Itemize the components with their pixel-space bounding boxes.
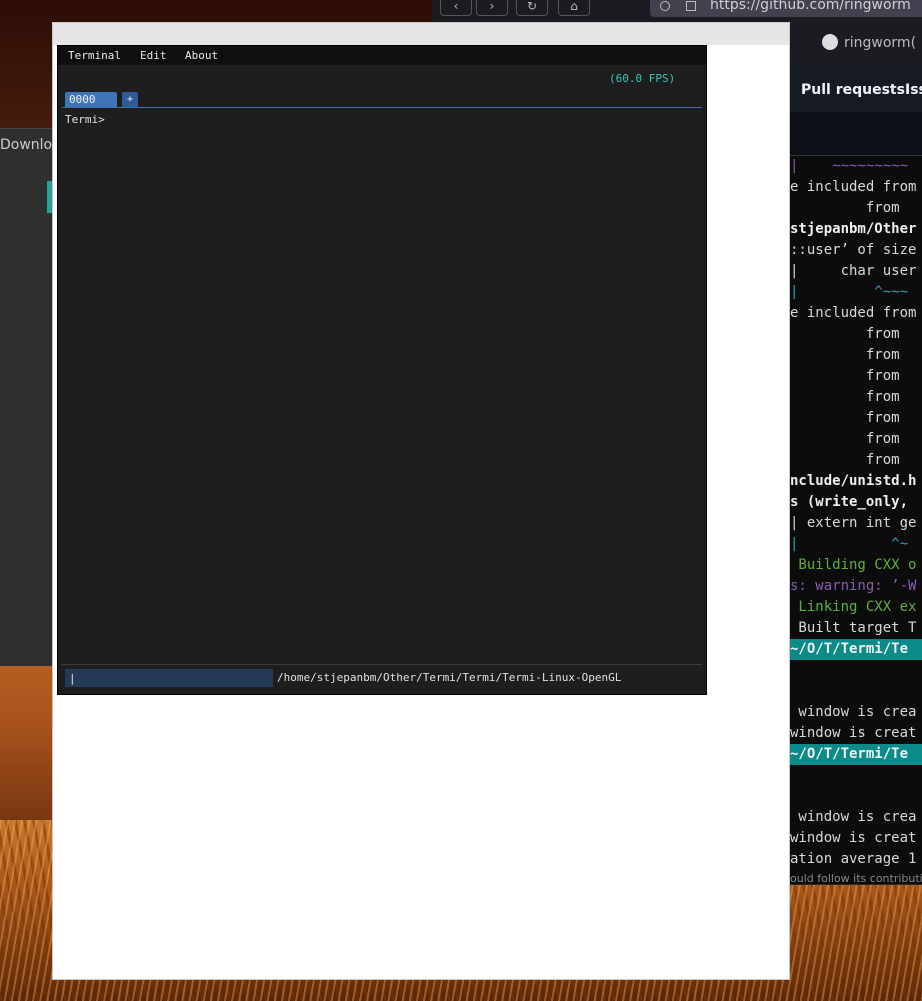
terminal-output-line: ~/O/T/Termi/Te	[790, 744, 922, 765]
terminal-output-line: from	[790, 410, 900, 426]
nav-pull-requests[interactable]: Pull requests	[801, 82, 905, 98]
terminal-output-line: from	[790, 452, 900, 468]
terminal-output-line: from	[790, 368, 900, 384]
github-header: Pull requests Iss	[790, 62, 922, 112]
terminal-output-line: e included from	[790, 179, 917, 195]
terminal-output-line: Built target T	[790, 620, 917, 636]
add-tab-button[interactable]: +	[122, 92, 138, 107]
menu-terminal[interactable]: Terminal	[68, 46, 121, 65]
background-file-window[interactable]: Downloa	[0, 128, 61, 666]
terminal-output-line: from	[790, 326, 900, 342]
terminal-output-line: stjepanbm/Other	[790, 221, 917, 237]
terminal-output-line: nclude/unistd.h	[790, 473, 917, 489]
url-bar[interactable]: https://github.com/ringworm	[650, 0, 922, 17]
terminal-output-line: | ^~	[790, 536, 909, 552]
terminal-output-line: from	[790, 200, 900, 216]
terminal-output-line: | char user	[790, 263, 917, 279]
github-icon	[822, 34, 838, 50]
command-input[interactable]	[65, 669, 273, 687]
terminal-output-line: window is creat	[790, 830, 917, 846]
terminal-output-line: window is creat	[790, 725, 917, 741]
github-footer-text: ould follow its contributing	[790, 872, 922, 884]
terminal-output-line: s: warning: ’-W	[790, 578, 917, 594]
tab-title: ringworm(	[844, 35, 917, 51]
terminal-output-line: s (write_only,	[790, 494, 909, 510]
reload-icon[interactable]: ↻	[516, 0, 548, 16]
tab-divider	[62, 107, 702, 108]
background-terminal-output[interactable]: | ~~~~~~~~~ e included from from stjepanbm…	[790, 156, 922, 884]
nav-issues[interactable]: Iss	[905, 82, 922, 98]
url-text: https://github.com/ringworm	[710, 0, 911, 13]
browser-tab-github[interactable]: ringworm(	[822, 26, 922, 60]
terminal-output-line: window is crea	[790, 809, 917, 825]
back-icon[interactable]: ‹	[440, 0, 472, 16]
tracking-shield-icon[interactable]	[660, 1, 670, 11]
terminal-output-line: from	[790, 347, 900, 363]
browser-toolbar: ‹ › ↻ ⌂ https://github.com/ringworm	[432, 0, 922, 20]
menu-edit[interactable]: Edit	[140, 46, 167, 65]
terminal-output-line: ~/O/T/Termi/Te	[790, 639, 922, 660]
terminal-output-line: | ^~~~	[790, 284, 909, 300]
terminal-output-line: ation average 1	[790, 851, 917, 867]
termi-terminal[interactable]: Terminal Edit About (60.0 FPS) 0000 + Te…	[57, 45, 707, 695]
menu-about[interactable]: About	[185, 46, 218, 65]
termi-app-window[interactable]: Terminal Edit About (60.0 FPS) 0000 + Te…	[52, 22, 790, 980]
forward-icon[interactable]: ›	[476, 0, 508, 16]
lock-icon[interactable]	[686, 1, 696, 11]
terminal-output-line: Linking CXX ex	[790, 599, 917, 615]
terminal-output-line: from	[790, 389, 900, 405]
terminal-output-line: window is crea	[790, 704, 917, 720]
terminal-output-line: from	[790, 431, 900, 447]
terminal-prompt: Termi>	[65, 113, 105, 126]
terminal-output-line: e included from	[790, 305, 917, 321]
terminal-output-line: ::user’ of size	[790, 242, 917, 258]
status-divider	[62, 664, 702, 665]
current-directory: /home/stjepanbm/Other/Termi/Termi/Termi-…	[277, 671, 622, 684]
terminal-output-line: | ~~~~~~~~~	[790, 158, 909, 174]
home-icon[interactable]: ⌂	[558, 0, 590, 16]
terminal-tab-0000[interactable]: 0000	[65, 92, 117, 107]
github-subheader	[790, 112, 922, 156]
menu-bar: Terminal Edit About	[58, 46, 706, 65]
window-titlebar[interactable]	[53, 23, 789, 45]
terminal-output-line: | extern int ge	[790, 515, 917, 531]
fps-counter: (60.0 FPS)	[609, 72, 676, 85]
terminal-output-line: Building CXX o	[790, 557, 917, 573]
